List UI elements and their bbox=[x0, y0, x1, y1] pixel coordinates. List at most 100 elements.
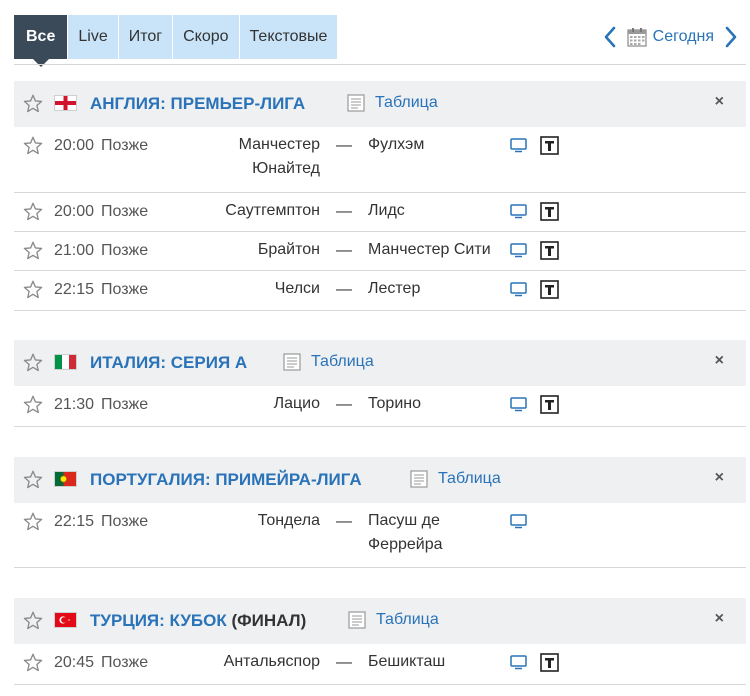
standings-link[interactable]: Таблица bbox=[347, 94, 438, 112]
close-icon[interactable]: × bbox=[715, 352, 724, 370]
league-header: ТУРЦИЯ: КУБОК (ФИНАЛ) Таблица × bbox=[14, 598, 746, 644]
turkey-flag-icon bbox=[54, 612, 77, 628]
favorite-star-icon[interactable] bbox=[23, 653, 43, 672]
favorite-star-icon[interactable] bbox=[23, 395, 43, 414]
away-team[interactable]: Торино bbox=[368, 392, 503, 416]
league-header: ИТАЛИЯ: СЕРИЯ А Таблица × bbox=[14, 340, 746, 386]
away-team[interactable]: Лестер bbox=[368, 277, 503, 301]
favorite-star-icon[interactable] bbox=[23, 353, 43, 372]
away-team[interactable]: Бешикташ bbox=[368, 650, 503, 674]
tv-broadcast-icon[interactable] bbox=[510, 514, 527, 529]
favorite-star-icon[interactable] bbox=[23, 280, 43, 299]
away-team[interactable]: Манчестер Сити bbox=[368, 238, 503, 262]
table-icon bbox=[347, 94, 365, 112]
favorite-star-icon[interactable] bbox=[23, 136, 43, 155]
league-section-italy: ИТАЛИЯ: СЕРИЯ А Таблица × 21:30 Позже Ла… bbox=[14, 340, 746, 427]
tv-broadcast-icon[interactable] bbox=[510, 655, 527, 670]
league-country[interactable]: АНГЛИЯ bbox=[90, 94, 160, 113]
match-time: 21:00 bbox=[54, 242, 95, 259]
favorite-star-icon[interactable] bbox=[23, 202, 43, 221]
standings-link[interactable]: Таблица bbox=[410, 470, 501, 488]
match-status: Позже bbox=[101, 281, 149, 298]
chevron-right-icon[interactable] bbox=[724, 26, 738, 48]
match-time: 22:15 bbox=[54, 513, 95, 530]
home-team[interactable]: Брайтон bbox=[180, 238, 320, 262]
text-broadcast-icon[interactable] bbox=[540, 653, 559, 672]
tv-broadcast-icon[interactable] bbox=[510, 138, 527, 153]
league-section-turkey: ТУРЦИЯ: КУБОК (ФИНАЛ) Таблица × 20:45 По… bbox=[14, 598, 746, 685]
league-name[interactable]: ПРИМЕЙРА-ЛИГА bbox=[215, 470, 361, 489]
league-name[interactable]: СЕРИЯ А bbox=[171, 353, 247, 372]
league-section-portugal: ПОРТУГАЛИЯ: ПРИМЕЙРА-ЛИГА Таблица × 22:1… bbox=[14, 457, 746, 568]
score-separator: — bbox=[336, 396, 352, 413]
tab-text[interactable]: Текстовые bbox=[239, 15, 339, 59]
league-name[interactable]: ПРЕМЬЕР-ЛИГА bbox=[171, 94, 306, 113]
league-header: ПОРТУГАЛИЯ: ПРИМЕЙРА-ЛИГА Таблица × bbox=[14, 457, 746, 503]
favorite-star-icon[interactable] bbox=[23, 470, 43, 489]
home-team[interactable]: Манчестер Юнайтед bbox=[180, 133, 320, 181]
close-icon[interactable]: × bbox=[715, 93, 724, 111]
match-status: Позже bbox=[101, 242, 149, 259]
standings-label[interactable]: Таблица bbox=[438, 470, 501, 488]
close-icon[interactable]: × bbox=[715, 469, 724, 487]
league-title[interactable]: ТУРЦИЯ: КУБОК (ФИНАЛ) bbox=[90, 611, 306, 631]
score-separator: — bbox=[336, 654, 352, 671]
league-title[interactable]: ИТАЛИЯ: СЕРИЯ А bbox=[90, 353, 247, 373]
match-status: Позже bbox=[101, 203, 149, 220]
standings-label[interactable]: Таблица bbox=[376, 611, 439, 629]
away-team[interactable]: Лидс bbox=[368, 199, 503, 223]
tv-broadcast-icon[interactable] bbox=[510, 397, 527, 412]
chevron-left-icon[interactable] bbox=[603, 26, 617, 48]
england-flag-icon bbox=[54, 95, 77, 111]
league-title[interactable]: АНГЛИЯ: ПРЕМЬЕР-ЛИГА bbox=[90, 94, 305, 114]
tv-broadcast-icon[interactable] bbox=[510, 204, 527, 219]
favorite-star-icon[interactable] bbox=[23, 512, 43, 531]
text-broadcast-icon[interactable] bbox=[540, 241, 559, 260]
league-title[interactable]: ПОРТУГАЛИЯ: ПРИМЕЙРА-ЛИГА bbox=[90, 470, 362, 490]
text-broadcast-icon[interactable] bbox=[540, 280, 559, 299]
match-row: 20:00 Позже Саутгемптон — Лидс bbox=[14, 193, 746, 232]
standings-link[interactable]: Таблица bbox=[348, 611, 439, 629]
league-country[interactable]: ИТАЛИЯ bbox=[90, 353, 160, 372]
league-name[interactable]: КУБОК bbox=[170, 611, 227, 630]
favorite-star-icon[interactable] bbox=[23, 94, 43, 113]
text-broadcast-icon[interactable] bbox=[540, 202, 559, 221]
match-row: 21:00 Позже Брайтон — Манчестер Сити bbox=[14, 232, 746, 271]
score-separator: — bbox=[336, 513, 352, 530]
standings-label[interactable]: Таблица bbox=[311, 353, 374, 371]
close-icon[interactable]: × bbox=[715, 610, 724, 628]
home-team[interactable]: Челси bbox=[180, 277, 320, 301]
home-team[interactable]: Лацио bbox=[180, 392, 320, 416]
league-stage: (ФИНАЛ) bbox=[231, 611, 307, 630]
tab-upcoming[interactable]: Скоро bbox=[173, 15, 240, 59]
tab-live[interactable]: Live bbox=[68, 15, 119, 59]
favorite-star-icon[interactable] bbox=[23, 241, 43, 260]
match-status: Позже bbox=[101, 137, 149, 154]
league-country[interactable]: ПОРТУГАЛИЯ bbox=[90, 470, 205, 489]
match-row: 20:45 Позже Антальяспор — Бешикташ bbox=[14, 644, 746, 685]
score-separator: — bbox=[336, 137, 352, 154]
match-status: Позже bbox=[101, 396, 149, 413]
standings-label[interactable]: Таблица bbox=[375, 94, 438, 112]
date-label[interactable]: Сегодня bbox=[653, 28, 714, 46]
tv-broadcast-icon[interactable] bbox=[510, 282, 527, 297]
calendar-icon[interactable] bbox=[627, 27, 647, 47]
home-team[interactable]: Саутгемптон bbox=[180, 199, 320, 223]
away-team[interactable]: Фулхэм bbox=[368, 133, 503, 157]
standings-link[interactable]: Таблица bbox=[283, 353, 374, 371]
away-team[interactable]: Пасуш де Феррейра bbox=[368, 509, 503, 557]
favorite-star-icon[interactable] bbox=[23, 611, 43, 630]
home-team[interactable]: Антальяспор bbox=[180, 650, 320, 674]
home-team[interactable]: Тондела bbox=[180, 509, 320, 533]
tab-results[interactable]: Итог bbox=[118, 15, 174, 59]
table-icon bbox=[283, 353, 301, 371]
text-broadcast-icon[interactable] bbox=[540, 136, 559, 155]
match-status: Позже bbox=[101, 513, 149, 530]
league-header: АНГЛИЯ: ПРЕМЬЕР-ЛИГА Таблица × bbox=[14, 81, 746, 127]
league-country[interactable]: ТУРЦИЯ bbox=[90, 611, 159, 630]
match-time: 20:45 bbox=[54, 654, 95, 671]
text-broadcast-icon[interactable] bbox=[540, 395, 559, 414]
tab-all[interactable]: Все bbox=[14, 15, 69, 67]
tv-broadcast-icon[interactable] bbox=[510, 243, 527, 258]
divider bbox=[14, 64, 746, 65]
